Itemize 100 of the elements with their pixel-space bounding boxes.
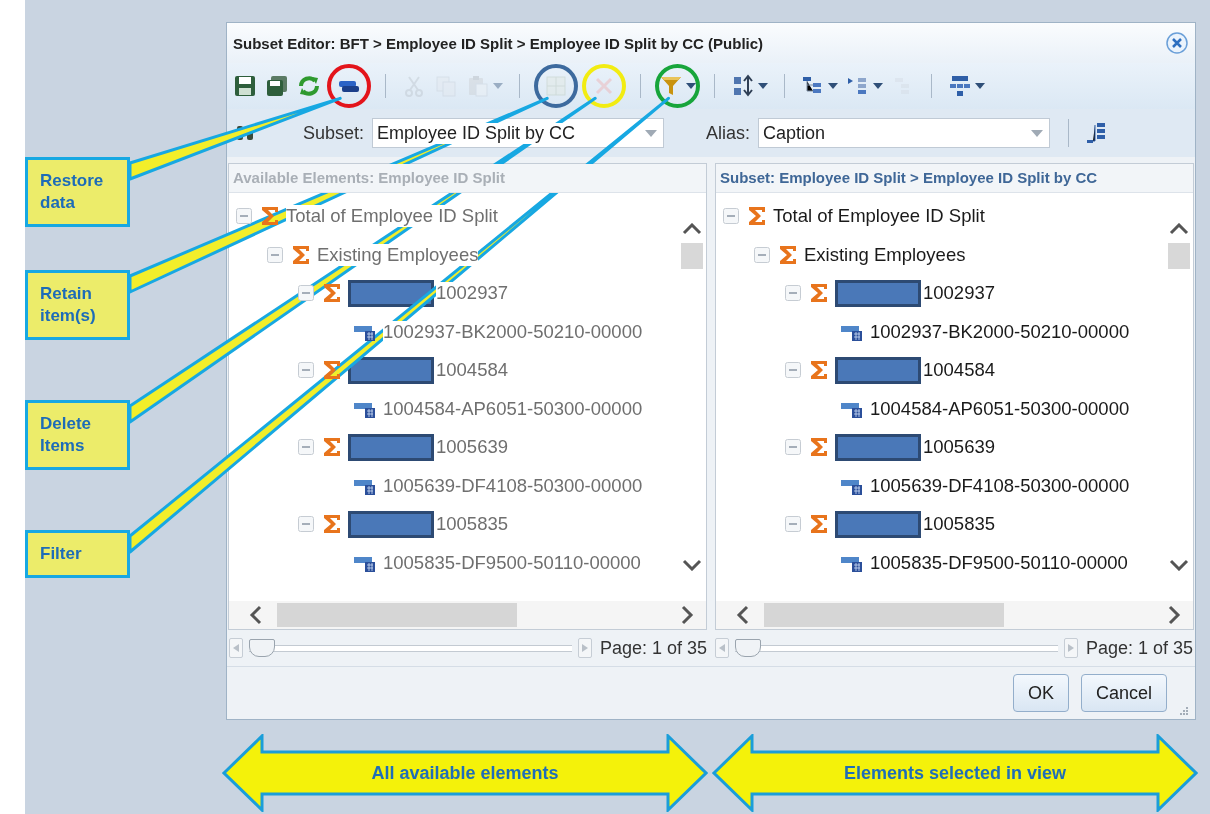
collapse-toggle-icon[interactable]: [298, 516, 314, 533]
floppy-disks-icon: [265, 74, 289, 98]
right-arrow-icon: [1067, 644, 1074, 652]
collapse-toggle-icon[interactable]: [785, 362, 801, 379]
tree-item[interactable]: 1004584-AP6051-50300-00000: [229, 389, 678, 428]
tree-item[interactable]: 1005835-DF9500-50110-00000: [716, 543, 1165, 582]
scroll-thumb[interactable]: [1168, 243, 1190, 269]
tree-item[interactable]: 1004584: [716, 351, 1165, 390]
item-label: Total of Employee ID Split: [286, 205, 498, 228]
close-icon: [1166, 32, 1188, 54]
chevron-left-icon[interactable]: [249, 605, 263, 625]
item-label: Existing Employees: [317, 243, 479, 266]
dialog-button[interactable]: OK: [1012, 674, 1069, 712]
left-arrow-icon: [719, 644, 725, 652]
sigma-icon: [260, 205, 280, 228]
sigma-icon: [322, 513, 342, 536]
tree-item[interactable]: 1004584-AP6051-50300-00000: [716, 389, 1165, 428]
sigma-icon: [809, 359, 829, 382]
collapse-toggle-icon[interactable]: [785, 516, 801, 533]
dropdown-arrow-icon: [645, 129, 658, 137]
tree-item[interactable]: 1005639-DF4108-50300-00000: [229, 466, 678, 505]
grid-icon: [544, 74, 568, 98]
collapse-toggle-icon[interactable]: [754, 246, 770, 263]
collapse-toggle-icon[interactable]: [267, 246, 283, 263]
tree-item[interactable]: Total of Employee ID Split: [716, 197, 1165, 236]
tree-item[interactable]: 1005835: [229, 505, 678, 544]
sigma-icon: [322, 436, 342, 459]
alias-label: Alias:: [706, 122, 751, 144]
scroll-thumb[interactable]: [764, 603, 1004, 627]
save-icon: [233, 74, 257, 98]
left-arrow-icon: [233, 644, 239, 652]
collapse-toggle-icon[interactable]: [298, 362, 314, 379]
filter-icon: [659, 74, 683, 98]
sigma-icon: [322, 359, 342, 382]
panel-header: Subset: Employee ID Split > Employee ID Split by CC: [716, 164, 1193, 193]
subset-dropdown[interactable]: Employee ID Split by CC: [372, 118, 665, 148]
dialog-button[interactable]: Cancel: [1080, 674, 1167, 712]
close-button[interactable]: [1165, 31, 1189, 55]
scroll-thumb[interactable]: [681, 243, 703, 269]
sigma-icon: [778, 243, 798, 266]
collapse-toggle-icon[interactable]: [785, 285, 801, 302]
sigma-icon: [291, 243, 311, 266]
collapse-toggle-icon[interactable]: [298, 285, 314, 302]
subset-label: Subset:: [303, 122, 365, 144]
horizontal-scrollbar[interactable]: [229, 601, 706, 629]
previous-page-button[interactable]: [715, 638, 729, 658]
tree-item[interactable]: 1005835: [716, 505, 1165, 544]
next-page-button[interactable]: [1063, 638, 1078, 658]
arrow-label: All available elements: [371, 762, 559, 784]
tree-item[interactable]: 1005639-DF4108-50300-00000: [716, 466, 1165, 505]
page-indicator: Page: 1 of 35: [1085, 637, 1193, 659]
horizontal-scrollbar[interactable]: [716, 601, 1193, 629]
chevron-down-icon[interactable]: [1169, 559, 1189, 571]
window-title: Subset Editor: BFT > Employee ID Split > Employee ID Split by CC (Public): [233, 34, 764, 52]
tree-icon: [1085, 121, 1108, 145]
collapse-toggle-icon[interactable]: [785, 439, 801, 456]
dropdown-arrow-icon: [1031, 129, 1044, 137]
hierarchy-icon: [948, 74, 972, 98]
tree-item[interactable]: 1002937-BK2000-50210-00000: [229, 312, 678, 351]
tree-item[interactable]: 1005835-DF9500-50110-00000: [229, 543, 678, 582]
callout-label: Restore data: [25, 157, 130, 227]
scroll-thumb[interactable]: [277, 603, 517, 627]
tree-item[interactable]: 1005639: [716, 428, 1165, 467]
previous-page-button[interactable]: [229, 638, 243, 658]
item-label: 1002937-BK2000-50210-00000: [383, 320, 643, 343]
collapse-toggle-icon[interactable]: [723, 208, 739, 225]
chevron-right-icon[interactable]: [680, 605, 694, 625]
tree-item[interactable]: Total of Employee ID Split: [229, 197, 678, 236]
slider-thumb[interactable]: [735, 639, 761, 657]
chevron-up-icon[interactable]: [682, 223, 702, 235]
panel-header: Available Elements: Employee ID Split: [229, 164, 706, 193]
tree-item[interactable]: 1002937: [716, 274, 1165, 313]
sigma-icon: [322, 282, 342, 305]
sigma-icon: [809, 513, 829, 536]
sort-icon: [731, 74, 755, 98]
tree-item[interactable]: 1005639: [229, 428, 678, 467]
alias-dropdown[interactable]: Caption: [758, 118, 1051, 148]
resize-grip-icon[interactable]: [1179, 706, 1189, 716]
chevron-up-icon[interactable]: [1169, 223, 1189, 235]
scissors-icon: [402, 74, 426, 98]
collapse-toggle-icon[interactable]: [236, 208, 252, 225]
refresh-icon: [297, 74, 321, 98]
page-indicator: Page: 1 of 35: [599, 637, 707, 659]
next-page-button[interactable]: [577, 638, 592, 658]
clipboard-icon: [466, 74, 490, 98]
sigma-icon: [809, 436, 829, 459]
sigma-icon: [809, 282, 829, 305]
chevron-down-icon[interactable]: [682, 559, 702, 571]
chevron-left-icon[interactable]: [736, 605, 750, 625]
tree-item[interactable]: Existing Employees: [229, 235, 678, 274]
tree-item[interactable]: Existing Employees: [716, 235, 1165, 274]
sigma-icon: [747, 205, 767, 228]
tree-item[interactable]: 1002937-BK2000-50210-00000: [716, 312, 1165, 351]
callout-label: Filter: [25, 530, 130, 578]
slider-thumb[interactable]: [249, 639, 275, 657]
callout-label: Delete Items: [25, 400, 130, 470]
collapse-toggle-icon[interactable]: [298, 439, 314, 456]
callout-label: Retain item(s): [25, 270, 130, 340]
right-arrow-icon: [581, 644, 588, 652]
chevron-right-icon[interactable]: [1167, 605, 1181, 625]
